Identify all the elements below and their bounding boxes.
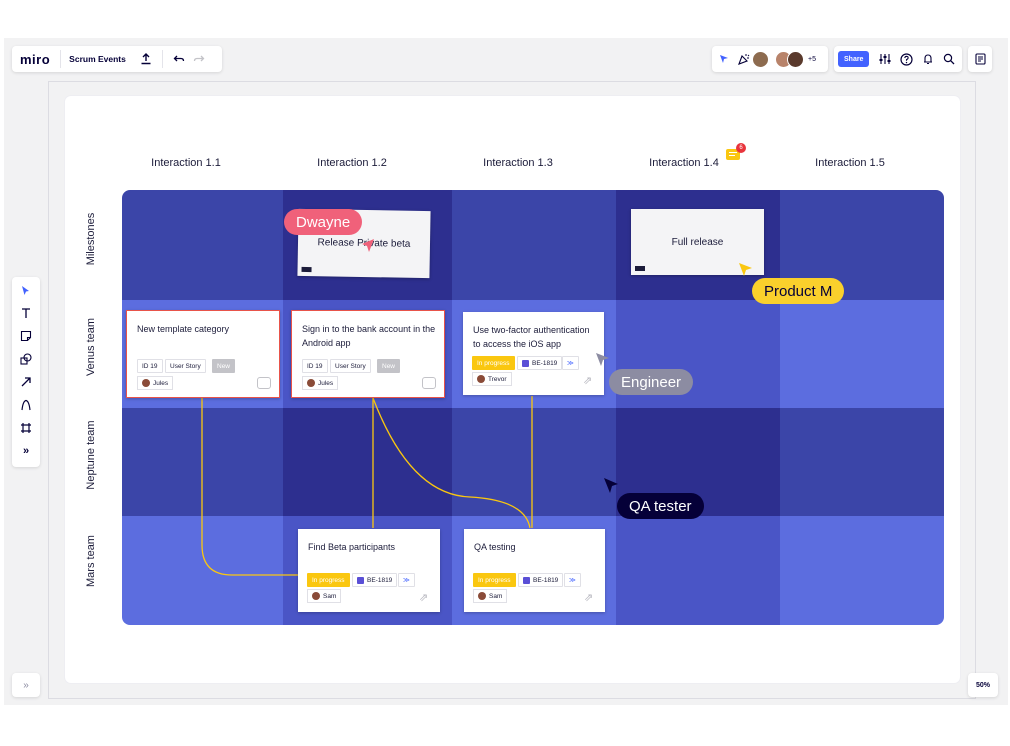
card-status-tag: In progress xyxy=(472,356,515,370)
priority-icon: ≫ xyxy=(564,573,581,587)
card-id-tag: ID 19 xyxy=(302,359,328,373)
assignee-name: Jules xyxy=(318,379,334,387)
user-story-card[interactable]: New template category ID 19 User Story N… xyxy=(126,310,280,398)
card-key-tag: BE-1819 xyxy=(518,573,564,587)
author-tag xyxy=(635,266,645,271)
cursor-pointer-icon xyxy=(596,353,609,366)
assignee-avatar xyxy=(142,379,150,387)
card-key: BE-1819 xyxy=(367,576,393,584)
user-story-card[interactable]: Sign in to the bank account in the Andro… xyxy=(291,310,445,398)
assignee-avatar xyxy=(307,379,315,387)
card-key-tag: BE-1819 xyxy=(517,356,563,370)
card-key: BE-1819 xyxy=(532,359,558,367)
card-assignee[interactable]: Sam xyxy=(473,589,508,603)
card-type-tag: User Story xyxy=(165,359,206,373)
card-status-tag: In progress xyxy=(473,573,516,587)
author-tag xyxy=(301,266,312,273)
cursor-pointer-icon xyxy=(739,263,752,276)
jira-card[interactable]: Use two-factor authentication to access … xyxy=(463,312,604,395)
cursor-label-engineer: Engineer xyxy=(609,369,694,395)
cursor-pointer-icon xyxy=(604,478,618,493)
card-title: QA testing xyxy=(474,542,516,552)
card-title: Use two-factor authentication to access … xyxy=(473,325,590,349)
assignee-avatar xyxy=(312,592,320,600)
assignee-name: Sam xyxy=(323,592,337,600)
assignee-name: Jules xyxy=(153,379,169,387)
card-assignee[interactable]: Jules xyxy=(302,376,339,390)
assignee-avatar xyxy=(478,592,486,600)
priority-icon: ≫ xyxy=(398,573,415,587)
card-key-tag: BE-1819 xyxy=(352,573,398,587)
card-id-tag: ID 19 xyxy=(137,359,163,373)
card-status-tag: New xyxy=(377,359,401,373)
cursor-label-dwayne: Dwayne xyxy=(284,209,363,235)
card-type-icon xyxy=(422,377,436,389)
jira-logo-icon: ⇗ xyxy=(583,375,593,387)
card-key: BE-1819 xyxy=(533,576,559,584)
jira-logo-icon: ⇗ xyxy=(419,592,429,604)
card-title: Sign in to the bank account in the Andro… xyxy=(302,324,436,348)
jira-icon xyxy=(523,576,530,584)
card-status-tag: In progress xyxy=(307,573,350,587)
jira-card[interactable]: Find Beta participants In progress BE-18… xyxy=(298,529,440,612)
card-assignee[interactable]: Jules xyxy=(137,376,174,390)
connector-line xyxy=(372,397,531,529)
card-assignee[interactable]: Sam xyxy=(307,589,342,603)
jira-icon xyxy=(357,576,364,584)
card-type-tag: User Story xyxy=(330,359,371,373)
jira-card[interactable]: QA testing In progress BE-1819 ≫ Sam ⇗ xyxy=(464,529,605,612)
card-assignee[interactable]: Trevor xyxy=(472,372,512,386)
jira-logo-icon: ⇗ xyxy=(584,592,594,604)
assignee-avatar xyxy=(477,375,485,383)
assignee-name: Sam xyxy=(489,592,503,600)
cursor-label-product: Product M xyxy=(752,278,845,304)
cursor-pointer-icon xyxy=(362,239,374,252)
jira-icon xyxy=(522,359,529,367)
cursor-label-qa: QA tester xyxy=(617,493,704,519)
card-title: Find Beta participants xyxy=(308,542,396,552)
sticky-text: Full release xyxy=(671,237,724,248)
connector-line xyxy=(201,398,302,576)
card-type-icon xyxy=(257,377,271,389)
assignee-name: Trevor xyxy=(488,375,507,383)
card-status-tag: New xyxy=(212,359,236,373)
card-title: New template category xyxy=(137,324,230,334)
priority-icon: ≫ xyxy=(562,356,579,370)
